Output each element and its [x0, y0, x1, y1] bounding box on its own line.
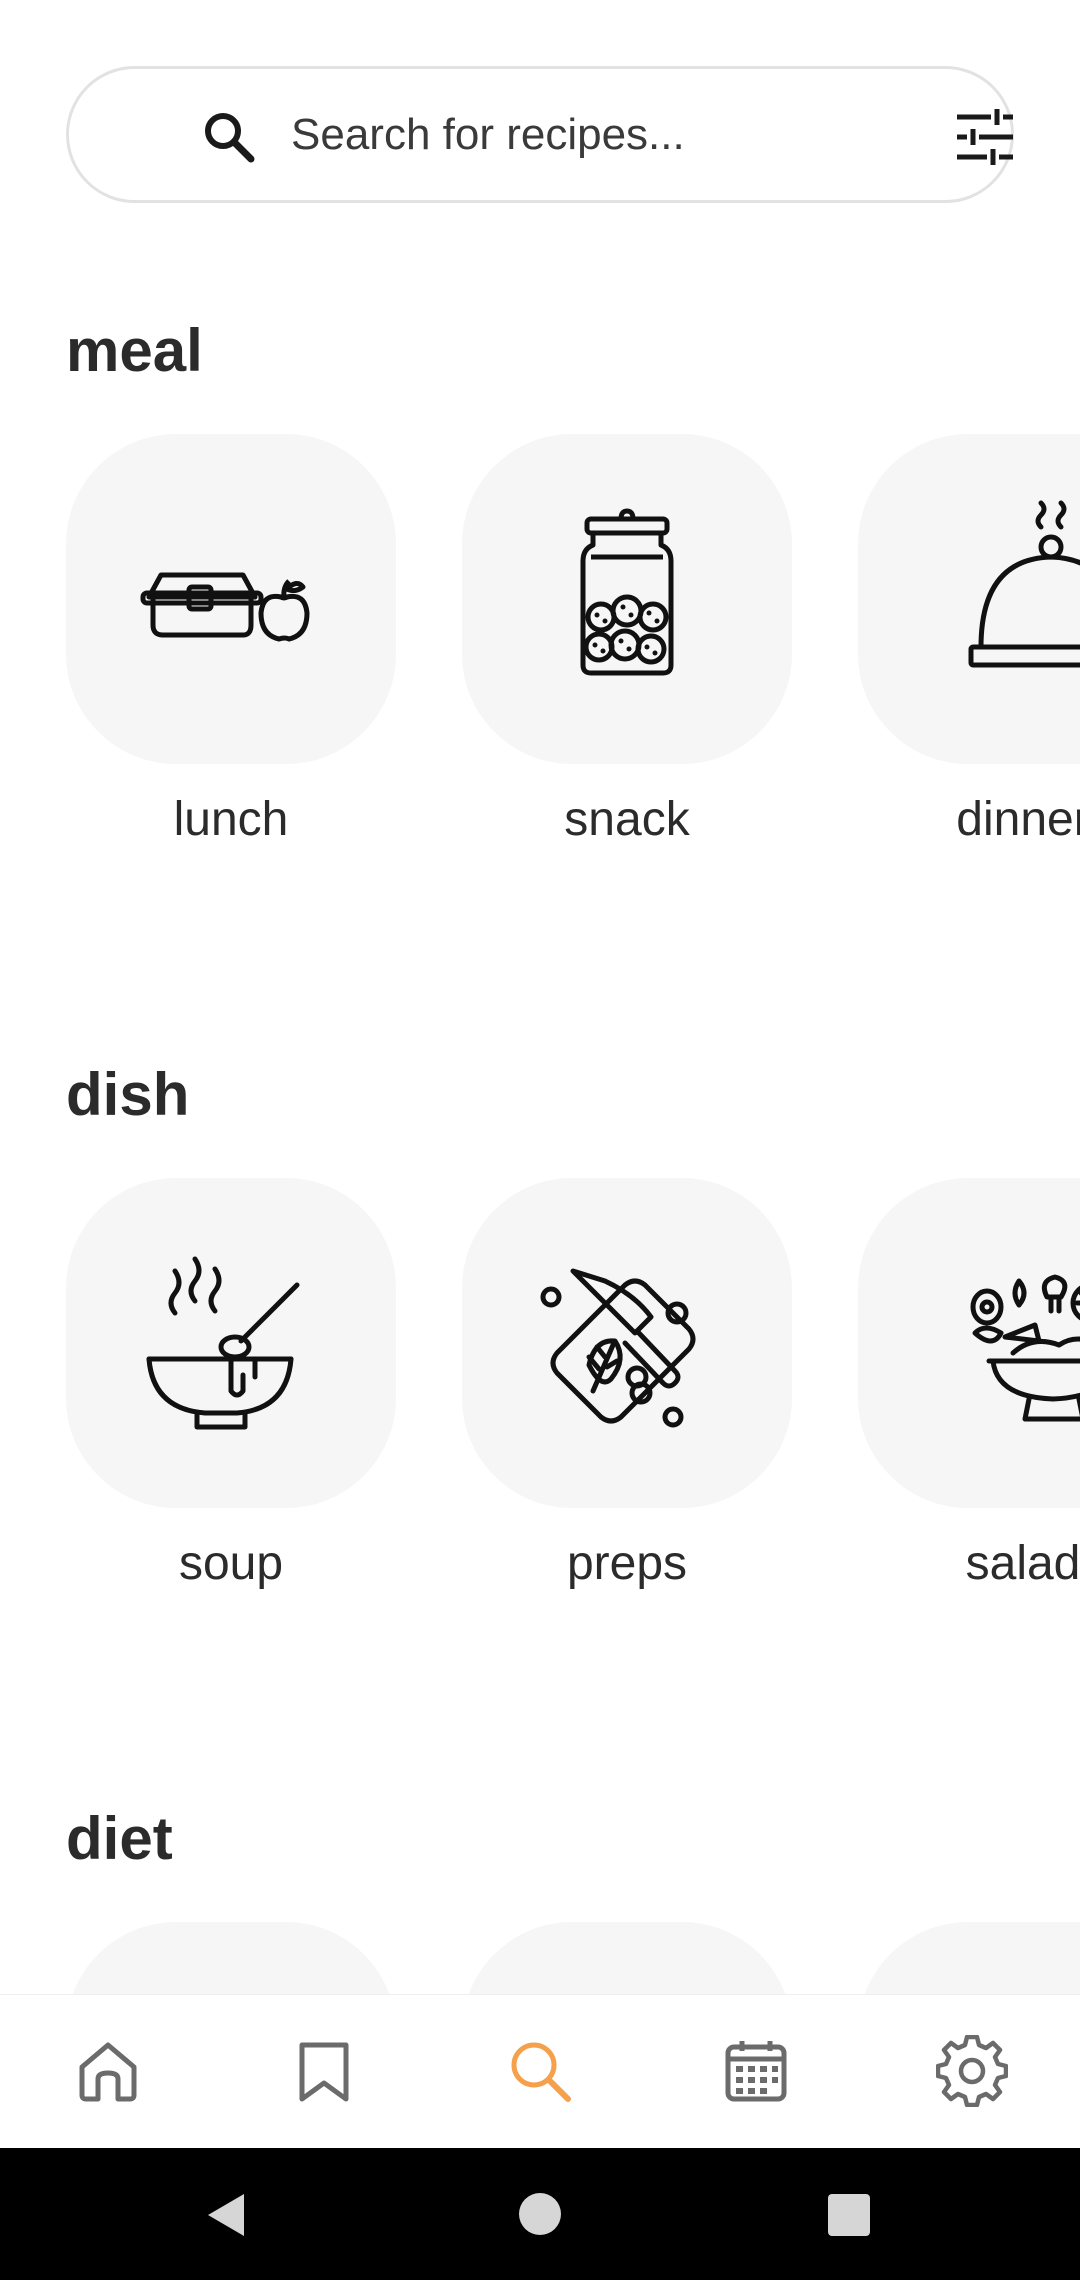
category-label: preps — [566, 1537, 688, 1590]
cutting-board-knife-icon — [527, 1241, 727, 1446]
section-title-dish: dish — [66, 1061, 190, 1128]
category-card-salad[interactable]: salad — [858, 1178, 1080, 1590]
search-bar[interactable] — [66, 66, 1014, 203]
nav-home[interactable] — [72, 2035, 144, 2107]
section-title-diet: diet — [66, 1805, 173, 1872]
bookmark-icon — [288, 2042, 360, 2111]
dish-row: soup preps salad — [0, 1178, 1080, 1638]
category-card-dinner[interactable]: dinner — [858, 434, 1080, 846]
back-icon[interactable] — [204, 2192, 248, 2243]
recents-square-icon[interactable] — [828, 2194, 870, 2241]
home-icon — [72, 2042, 144, 2111]
cloche-icon — [953, 497, 1080, 702]
category-card-soup[interactable]: soup — [66, 1178, 396, 1590]
category-card[interactable] — [462, 1922, 792, 1994]
home-circle-icon[interactable] — [518, 2192, 562, 2241]
category-label: salad — [965, 1537, 1080, 1590]
search-input[interactable] — [291, 99, 911, 171]
category-label: lunch — [173, 793, 289, 846]
nav-search[interactable] — [504, 2035, 576, 2107]
system-navigation-bar — [0, 2148, 1080, 2280]
category-card-snack[interactable]: snack — [462, 434, 792, 846]
diet-row — [0, 1922, 1080, 1994]
category-card[interactable] — [66, 1922, 396, 1994]
category-card-preps[interactable]: preps — [462, 1178, 792, 1590]
category-card[interactable] — [858, 1922, 1080, 1994]
cookie-jar-icon — [527, 497, 727, 702]
filter-sliders-icon[interactable] — [953, 105, 1017, 169]
section-title-meal: meal — [66, 317, 203, 384]
search-icon — [199, 107, 259, 167]
soup-bowl-icon — [131, 1241, 331, 1446]
nav-planner[interactable] — [720, 2035, 792, 2107]
category-card-lunch[interactable]: lunch — [66, 434, 396, 846]
category-label: snack — [564, 793, 690, 846]
bottom-navigation — [0, 1994, 1080, 2148]
gear-icon — [935, 2034, 1009, 2111]
nav-settings[interactable] — [935, 2034, 1009, 2108]
lunchbox-apple-icon — [131, 497, 331, 702]
category-label: dinner — [956, 793, 1080, 846]
search-icon — [504, 2042, 576, 2111]
salad-bowl-icon — [953, 1241, 1080, 1446]
meal-row: lunch snack dinner — [0, 434, 1080, 894]
calendar-icon — [720, 2041, 792, 2111]
nav-saved[interactable] — [288, 2035, 360, 2107]
category-label: soup — [178, 1537, 284, 1590]
